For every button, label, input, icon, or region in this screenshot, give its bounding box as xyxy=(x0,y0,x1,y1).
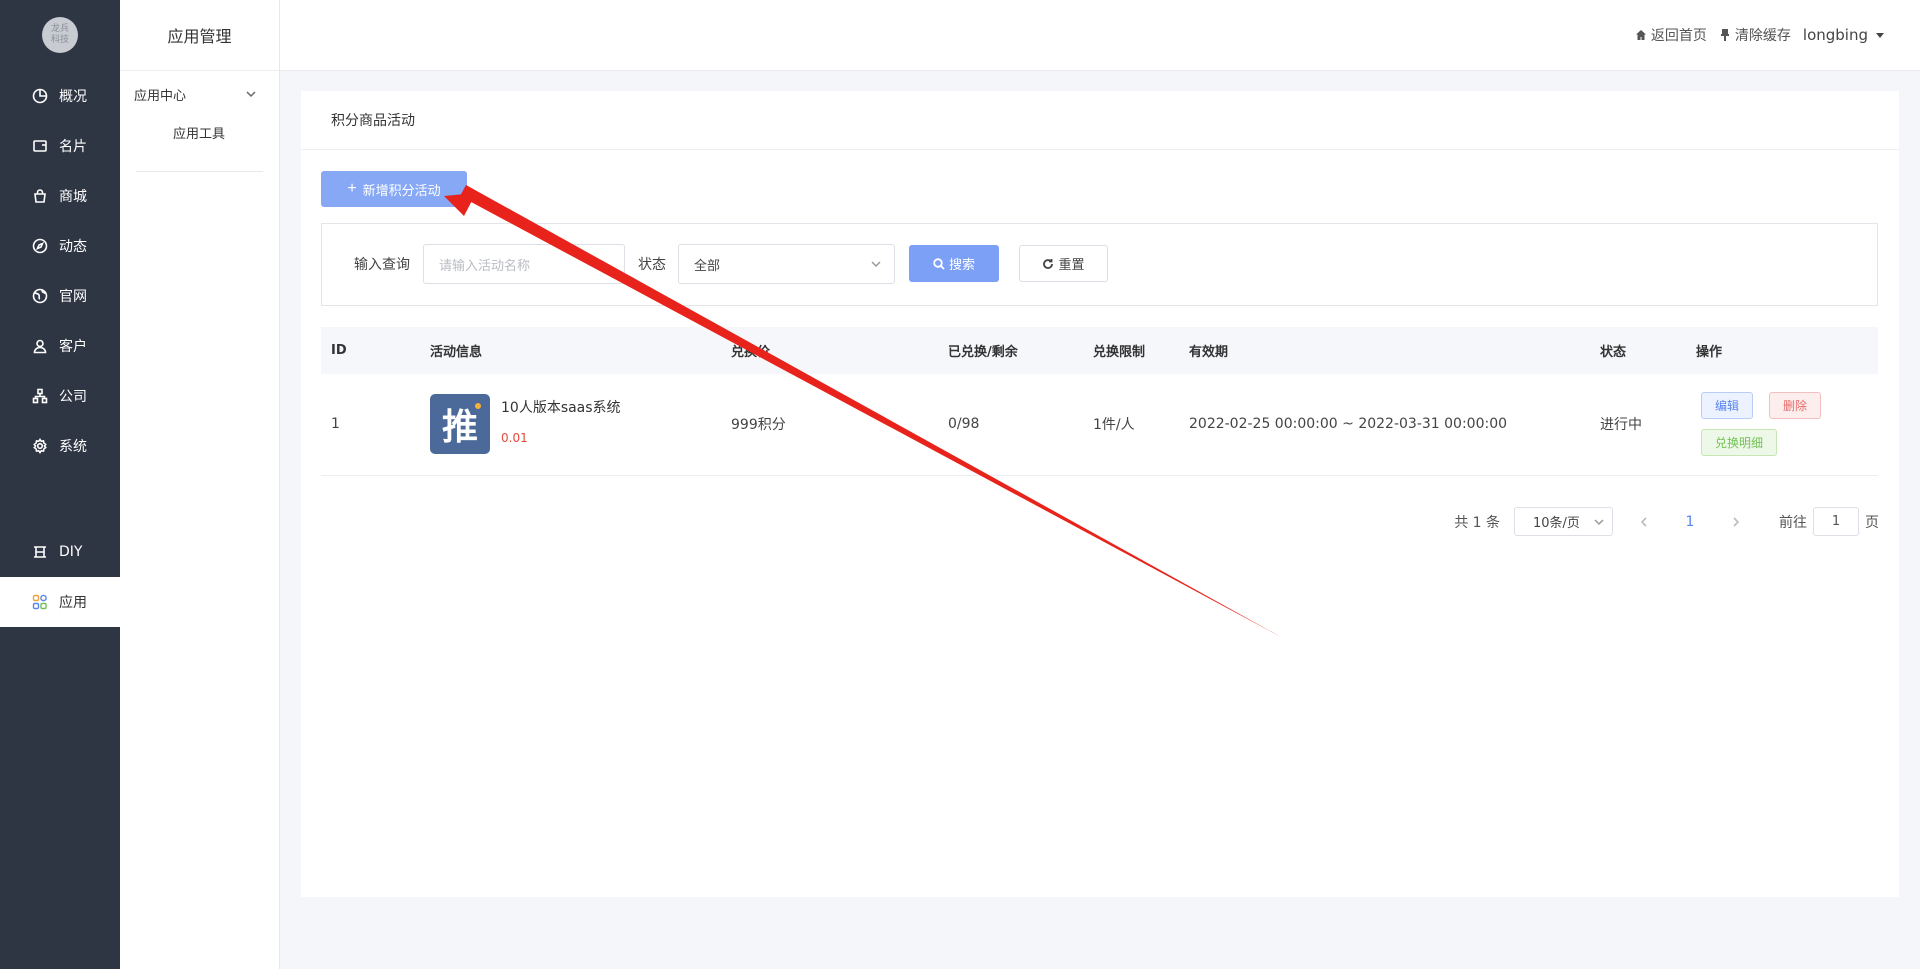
col-info: 活动信息 xyxy=(430,345,483,360)
col-actions: 操作 xyxy=(1696,345,1723,360)
nav-item-customer[interactable]: 客户 xyxy=(0,321,120,371)
cell-id: 1 xyxy=(331,416,340,433)
brand-logo[interactable]: 龙兵 科技 xyxy=(42,17,78,53)
page-number-1[interactable]: 1 xyxy=(1675,514,1705,530)
nav-item-mall[interactable]: 商城 xyxy=(0,171,120,221)
product-name: 10人版本saas系统 xyxy=(501,400,621,417)
pie-chart-icon xyxy=(32,88,48,104)
user-icon xyxy=(32,338,48,354)
search-button[interactable]: 搜索 xyxy=(909,245,999,282)
add-points-activity-button[interactable]: + 新增积分活动 xyxy=(321,171,467,207)
cell-limit: 1件/人 xyxy=(1093,417,1135,434)
cell-redeemed: 0/98 xyxy=(948,416,980,433)
home-link[interactable]: 返回首页 xyxy=(1635,25,1707,45)
col-price: 兑换价 xyxy=(731,345,771,360)
redeem-detail-button[interactable]: 兑换明细 xyxy=(1701,429,1778,457)
caret-down-icon xyxy=(1876,32,1884,38)
table-header-row: ID 活动信息 兑换价 已兑换/剩余 兑换限制 有效期 状态 操作 xyxy=(321,327,1878,374)
product-price: 0.01 xyxy=(501,431,528,446)
top-header: 返回首页 清除缓存 longbing xyxy=(280,0,1920,71)
menu-group-app-center[interactable]: 应用中心 xyxy=(120,71,279,117)
reset-button[interactable]: 重置 xyxy=(1019,245,1108,282)
delete-button[interactable]: 删除 xyxy=(1769,392,1822,420)
nav-item-apps[interactable]: 应用 xyxy=(0,577,120,627)
logo-text: 龙兵 科技 xyxy=(50,24,69,45)
cell-info: 推 10人版本saas系统 0.01 xyxy=(420,374,721,475)
refresh-icon xyxy=(1043,258,1054,269)
chevron-down-icon xyxy=(1594,518,1604,525)
org-icon xyxy=(32,388,48,404)
nav-item-company[interactable]: 公司 xyxy=(0,371,120,421)
section-title: 应用管理 xyxy=(120,0,279,71)
layout-icon xyxy=(32,544,48,560)
home-icon xyxy=(1635,30,1646,40)
cell-points: 999积分 xyxy=(731,417,786,434)
cell-period: 2022-02-25 00:00:00 ~ 2022-03-31 00:00:0… xyxy=(1189,416,1508,433)
brush-icon xyxy=(1720,29,1729,41)
status-label: 状态 xyxy=(638,257,666,273)
chevron-down-icon xyxy=(246,91,256,98)
next-page-button[interactable] xyxy=(1721,516,1751,527)
total-count: 共 1 条 xyxy=(1454,514,1500,531)
activity-table: ID 活动信息 兑换价 已兑换/剩余 兑换限制 有效期 状态 操作 1 推 10… xyxy=(321,327,1878,476)
menu-item-app-tools[interactable]: 应用工具 xyxy=(120,117,279,147)
card-icon xyxy=(32,138,48,154)
col-period: 有效期 xyxy=(1189,345,1229,360)
goto-page-input[interactable]: 1 xyxy=(1813,507,1859,536)
goto-page: 前往 1 页 xyxy=(1779,507,1879,536)
nav-item-overview[interactable]: 概况 xyxy=(0,71,120,121)
table-row: 1 推 10人版本saas系统 0.01 999积分 0/98 1件/人 202… xyxy=(321,374,1878,475)
cell-status: 进行中 xyxy=(1600,417,1642,434)
gear-icon xyxy=(32,438,48,454)
page-size-select[interactable]: 10条/页 xyxy=(1514,507,1613,536)
secondary-sidebar: 应用管理 应用中心 应用工具 xyxy=(120,0,280,969)
globe-icon xyxy=(32,288,48,304)
nav-item-diy[interactable]: DIY xyxy=(0,527,120,577)
pagination: 共 1 条 10条/页 1 前往 1 页 xyxy=(1454,507,1879,536)
apps-icon xyxy=(32,594,48,610)
activity-name-input[interactable]: 请输入活动名称 xyxy=(423,244,625,284)
clear-cache-link[interactable]: 清除缓存 xyxy=(1719,25,1791,45)
nav-item-website[interactable]: 官网 xyxy=(0,271,120,321)
edit-button[interactable]: 编辑 xyxy=(1701,392,1754,420)
chevron-down-icon xyxy=(871,261,881,268)
user-menu[interactable]: longbing xyxy=(1803,26,1884,44)
col-redeemed: 已兑换/剩余 xyxy=(948,345,1018,360)
bag-icon xyxy=(32,188,48,204)
nav-item-system[interactable]: 系统 xyxy=(0,421,120,471)
primary-sidebar: 龙兵 科技 概况 名片 商城 动态 官网 客户 公司 系统 DIY 应用 xyxy=(0,0,120,969)
compass-icon xyxy=(32,238,48,254)
page-title: 积分商品活动 xyxy=(301,91,1899,150)
query-label: 输入查询 xyxy=(354,257,410,273)
product-thumbnail: 推 xyxy=(430,394,490,455)
chevron-right-icon xyxy=(1733,516,1740,527)
cell-actions: 编辑 删除 兑换明细 xyxy=(1686,374,1878,475)
chevron-left-icon xyxy=(1640,516,1647,527)
status-select[interactable]: 全部 xyxy=(678,244,895,284)
col-id: ID xyxy=(331,343,347,358)
content-card: 积分商品活动 + 新增积分活动 输入查询 请输入活动名称 状态 全部 搜索 重置 … xyxy=(301,91,1899,897)
nav-item-feed[interactable]: 动态 xyxy=(0,221,120,271)
plus-icon: + xyxy=(347,180,357,197)
filter-panel: 输入查询 请输入活动名称 状态 全部 搜索 重置 xyxy=(321,223,1878,306)
col-limit: 兑换限制 xyxy=(1093,345,1146,360)
col-status: 状态 xyxy=(1600,345,1627,360)
search-icon xyxy=(933,257,945,270)
nav-item-card[interactable]: 名片 xyxy=(0,121,120,171)
divider xyxy=(136,171,263,172)
prev-page-button[interactable] xyxy=(1629,516,1659,527)
